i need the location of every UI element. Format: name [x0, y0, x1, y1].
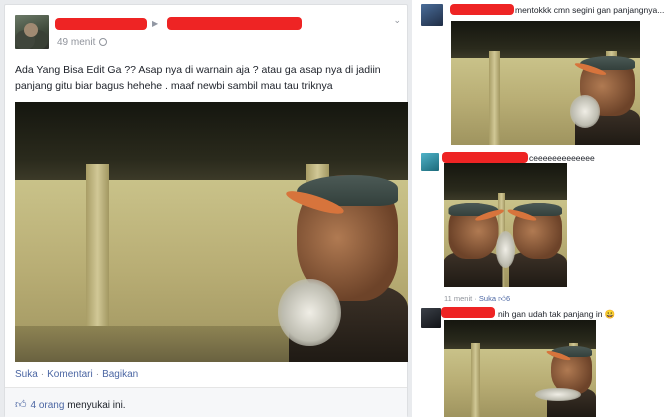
likes-count[interactable]: 4 orang — [31, 400, 65, 411]
redacted-commenter-name — [450, 4, 514, 15]
comment-text: ceeeeeeeeeeeee — [529, 153, 595, 163]
post-photo[interactable] — [15, 102, 408, 362]
comment-link[interactable]: Komentari — [47, 369, 93, 380]
like-link[interactable]: Suka — [15, 369, 38, 380]
comment-photo[interactable] — [444, 320, 596, 417]
comment-like-link[interactable]: Suka — [479, 294, 496, 303]
arrow-right-icon: ▶ — [152, 19, 159, 28]
comment-text: nih gan udah tak panjang in 😀 — [498, 309, 616, 319]
photo-person-head — [448, 202, 505, 260]
commenter-avatar[interactable] — [421, 4, 443, 26]
photo-smoke — [570, 95, 601, 128]
redacted-commenter-name — [441, 307, 495, 318]
redacted-group-name — [167, 17, 302, 30]
comment-photo[interactable] — [451, 21, 640, 145]
photo-wall-pillar — [488, 50, 501, 145]
comments-panel: mentokkk cmn segini gan panjangnya... ce… — [412, 0, 667, 417]
photo-person-head — [545, 345, 592, 394]
photo-person — [544, 339, 596, 417]
share-link[interactable]: Bagikan — [102, 369, 138, 380]
comment-meta: 11 menit · Suka 👍︎6 — [444, 294, 511, 303]
comment-text: mentokkk cmn segini gan panjangnya... — [515, 5, 665, 15]
comment-photo-mirrored[interactable] — [444, 163, 567, 287]
comment-timestamp[interactable]: 11 menit — [444, 294, 472, 303]
action-separator: · — [95, 369, 100, 380]
photo-person-right — [506, 195, 567, 287]
likes-suffix: menyukai ini. — [67, 400, 126, 411]
thumbs-up-icon: 👍︎ — [15, 399, 27, 411]
post-actions: Suka · Komentari · Bagikan — [15, 369, 138, 380]
post-text: Ada Yang Bisa Edit Ga ?? Asap nya di war… — [15, 64, 381, 92]
globe-icon — [99, 38, 108, 46]
poster-avatar[interactable] — [15, 15, 49, 49]
thumbs-up-icon: 👍︎ — [498, 294, 506, 303]
photo-smoke — [278, 278, 342, 347]
photo-person-head — [506, 202, 563, 260]
action-separator: · — [40, 369, 45, 380]
commenter-avatar[interactable] — [421, 308, 441, 328]
chevron-down-icon[interactable]: ⌄ — [393, 15, 401, 26]
redacted-commenter-name — [442, 152, 528, 163]
post-timestamp[interactable]: 49 menit — [57, 37, 95, 48]
post-card: ▶ ⌄ 49 menit Ada Yang Bisa Edit Ga ?? As… — [4, 4, 408, 417]
likes-summary: 👍︎ 4 orang menyukai ini. — [5, 388, 407, 417]
post-meta: 49 menit — [57, 37, 108, 48]
comment-like-count[interactable]: 6 — [506, 294, 510, 303]
redacted-poster-name — [55, 18, 147, 30]
commenter-avatar[interactable] — [421, 153, 439, 171]
photo-wall-pillar — [471, 343, 481, 417]
